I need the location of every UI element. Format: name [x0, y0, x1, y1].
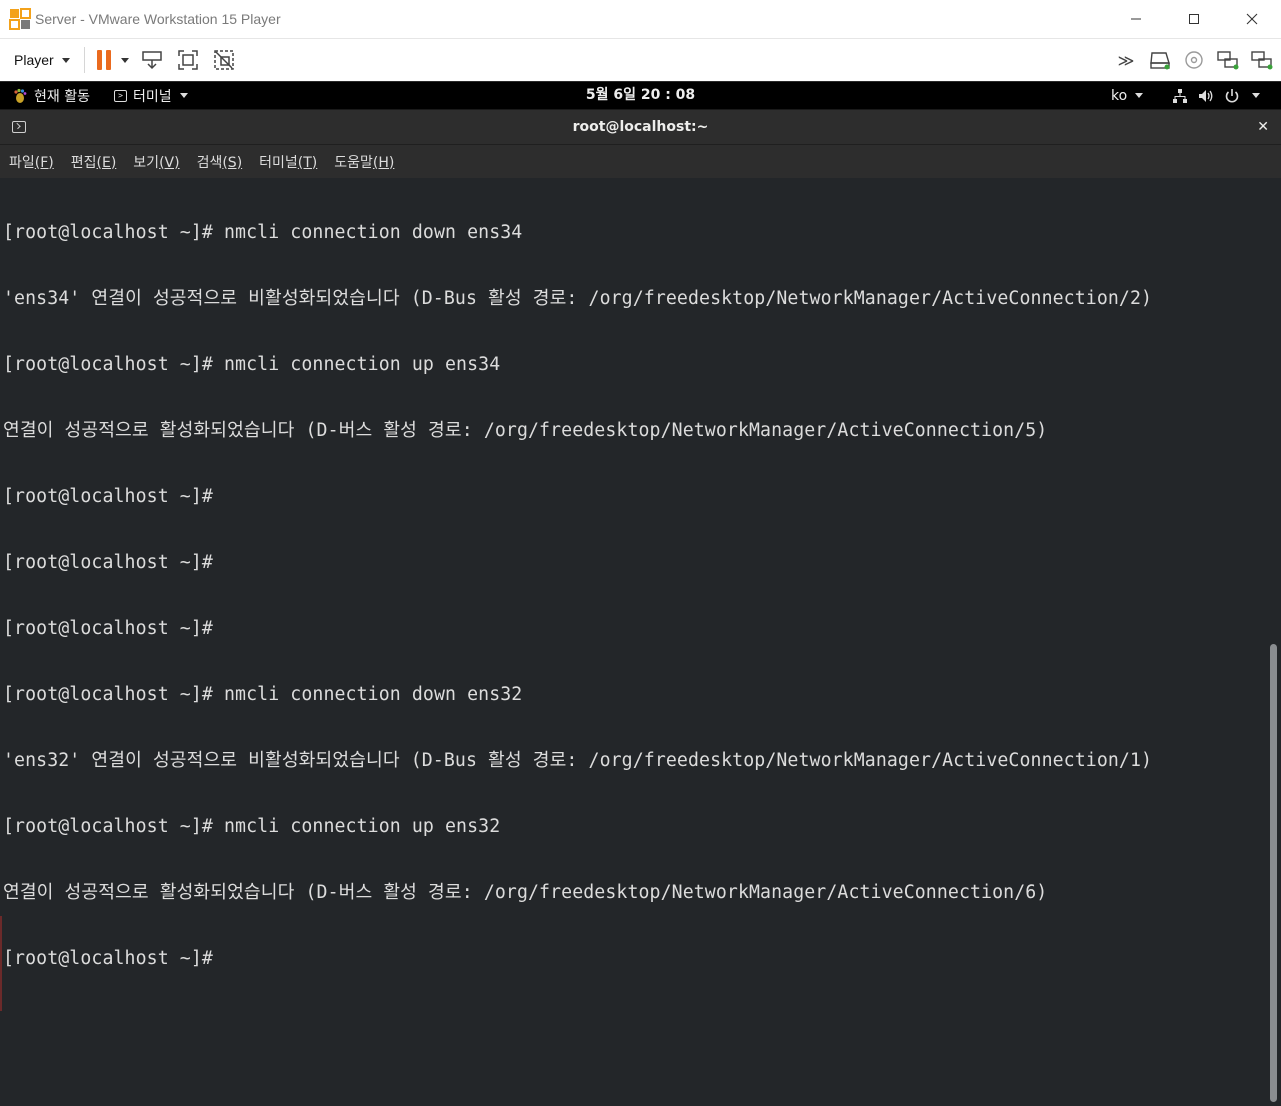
terminal-output-area[interactable]: [root@localhost ~]# nmcli connection dow… — [0, 178, 1281, 1106]
terminal-line: 'ens34' 연결이 성공적으로 비활성화되었습니다 (D-Bus 활성 경로… — [3, 288, 1153, 309]
terminal-line: [root@localhost ~]# — [3, 618, 213, 639]
activities-button[interactable]: 현재 활동 — [12, 82, 90, 109]
network-wired-icon — [1173, 88, 1187, 103]
input-method-label: ko — [1111, 87, 1128, 104]
hard-disk-button[interactable] — [1147, 47, 1173, 73]
clock-area: 5월 6일 20 : 08 — [0, 82, 1281, 109]
terminal-line: [root@localhost ~]# nmcli connection dow… — [3, 222, 523, 243]
vmware-toolbar: Player ≫ — [0, 39, 1281, 81]
minimize-icon — [1131, 18, 1141, 20]
menu-terminal[interactable]: 터미널(T) — [251, 152, 325, 172]
terminal-line: 연결이 성공적으로 활성화되었습니다 (D-버스 활성 경로: /org/fre… — [3, 420, 1048, 441]
activities-label: 현재 활동 — [34, 88, 90, 105]
cd-dvd-icon — [1185, 51, 1203, 69]
terminal-scrollbar[interactable] — [1270, 644, 1277, 1102]
network-adapter-icon — [1217, 51, 1239, 70]
network-adapter-2-icon — [1251, 51, 1273, 70]
toolbar-separator — [83, 47, 85, 73]
pause-icon[interactable] — [96, 50, 111, 70]
more-devices-icon: ≫ — [1117, 50, 1135, 70]
terminal-prompt: [root@localhost ~]# — [3, 948, 224, 969]
chevron-down-icon — [179, 93, 188, 98]
send-ctrl-alt-del-button[interactable] — [139, 47, 165, 73]
network-adapter-button[interactable] — [1215, 47, 1241, 73]
unity-icon — [213, 50, 234, 70]
window-controls — [1107, 0, 1281, 38]
close-button[interactable] — [1223, 0, 1281, 38]
full-screen-button[interactable] — [175, 47, 201, 73]
terminal-prompt-line[interactable]: [root@localhost ~]# — [3, 948, 1265, 970]
clock[interactable]: 5월 6일 20 : 08 — [586, 87, 695, 103]
menu-edit[interactable]: 편집(E) — [63, 152, 125, 172]
vmware-logo-icon — [9, 8, 31, 30]
gnome-foot-icon — [14, 88, 27, 103]
window-title: Server - VMware Workstation 15 Player — [35, 11, 281, 27]
terminal-line: [root@localhost ~]# nmcli connection up … — [3, 354, 501, 375]
menu-view[interactable]: 보기(V) — [125, 152, 187, 172]
network-adapter-2-button[interactable] — [1249, 47, 1275, 73]
volume-icon — [1199, 89, 1213, 102]
terminal-line: [root@localhost ~]# nmcli connection up … — [3, 816, 501, 837]
app-menu-terminal[interactable]: > 터미널 — [114, 82, 188, 109]
terminal-close-button[interactable]: ✕ — [1257, 110, 1269, 144]
send-ctrl-alt-del-icon — [141, 51, 162, 70]
hard-disk-icon — [1150, 52, 1170, 70]
system-menu[interactable] — [1172, 82, 1260, 109]
terminal-line: [root@localhost ~]# nmcli connection dow… — [3, 684, 523, 705]
terminal-line: 'ens32' 연결이 성공적으로 비활성화되었습니다 (D-Bus 활성 경로… — [3, 750, 1153, 771]
host-edge-decoration — [0, 916, 2, 1011]
minimize-button[interactable] — [1107, 0, 1165, 38]
terminal-lines: [root@localhost ~]# nmcli connection dow… — [3, 178, 1265, 1014]
device-icons: ≫ — [1113, 39, 1275, 81]
maximize-button[interactable] — [1165, 0, 1223, 38]
terminal-menu-bar: 파일(F) 편집(E) 보기(V) 검색(S) 터미널(T) 도움말(H) — [0, 145, 1281, 178]
pause-dropdown-icon[interactable] — [120, 57, 129, 63]
terminal-title: root@localhost:~ — [572, 119, 709, 135]
maximize-icon — [1189, 14, 1199, 24]
close-icon — [1246, 13, 1258, 25]
input-method-menu[interactable]: ko — [1111, 82, 1144, 109]
app-menu-label: 터미널 — [133, 88, 172, 105]
terminal-cursor — [224, 948, 234, 967]
power-icon — [1225, 88, 1239, 103]
terminal-line: [root@localhost ~]# — [3, 486, 213, 507]
player-menu-label: Player — [14, 52, 54, 68]
terminal-line: 연결이 성공적으로 활성화되었습니다 (D-버스 활성 경로: /org/fre… — [3, 882, 1048, 903]
menu-file[interactable]: 파일(F) — [1, 152, 62, 172]
menu-search[interactable]: 검색(S) — [189, 152, 251, 172]
chevron-down-icon — [1135, 93, 1144, 98]
chevron-down-icon — [1252, 93, 1260, 98]
window-title-bar: Server - VMware Workstation 15 Player — [0, 0, 1281, 39]
terminal-header-bar: root@localhost:~ ✕ — [0, 109, 1281, 145]
unity-button[interactable] — [211, 47, 237, 73]
more-devices-button[interactable]: ≫ — [1113, 47, 1139, 73]
gnome-top-bar: 현재 활동 > 터미널 5월 6일 20 : 08 ko — [0, 82, 1281, 109]
terminal-line: [root@localhost ~]# — [3, 552, 213, 573]
terminal-app-icon: > — [114, 89, 127, 102]
chevron-down-icon — [61, 57, 70, 63]
full-screen-icon — [177, 50, 198, 70]
cd-dvd-button[interactable] — [1181, 47, 1207, 73]
menu-help[interactable]: 도움말(H) — [326, 152, 402, 172]
player-menu-button[interactable]: Player — [14, 52, 70, 68]
